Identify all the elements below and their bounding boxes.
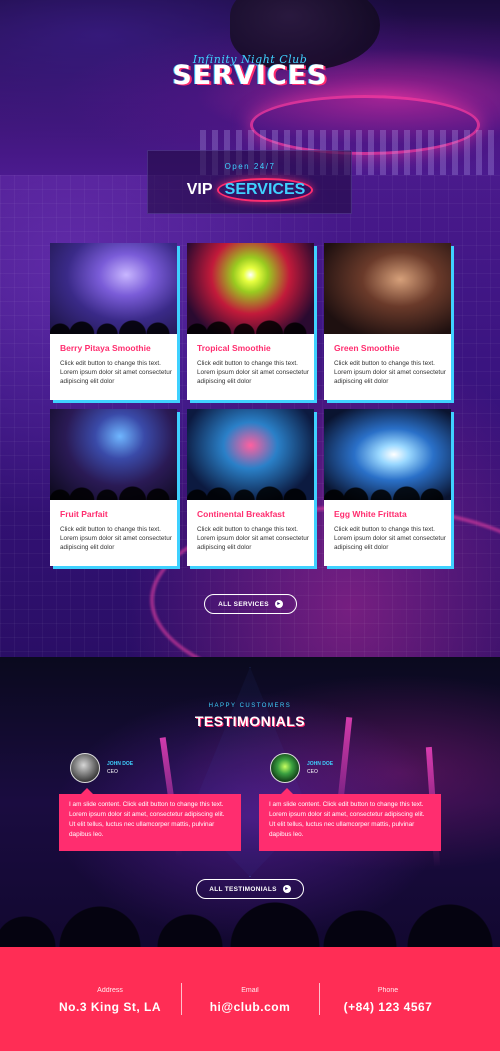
service-card-text: Click edit button to change this text. L… <box>60 526 172 551</box>
vip-title: VIP SERVICES <box>0 178 500 202</box>
crowd-silhouette <box>50 306 177 334</box>
service-card-title: Green Smoothie <box>334 343 400 353</box>
all-testimonials-button[interactable]: ALL TESTIMONIALS ▸ <box>196 879 304 899</box>
vip-title-prefix: VIP <box>186 181 213 198</box>
address-label: Address <box>97 987 123 994</box>
service-card-title: Egg White Frittata <box>334 509 407 519</box>
avatar <box>70 753 100 783</box>
service-card-image <box>187 409 314 500</box>
crowd-silhouette <box>50 472 177 500</box>
service-card-image <box>187 243 314 334</box>
testimonials-title: TESTIMONIALS <box>194 713 306 729</box>
service-card-image <box>324 409 451 500</box>
email-label: Email <box>241 987 259 994</box>
testimonial-bubble: I am slide content. Click edit button to… <box>59 788 241 851</box>
footer-address: Address No.3 King St, LA <box>35 987 185 1014</box>
service-card-image <box>324 243 451 334</box>
footer-phone: Phone (+84) 123 4567 <box>313 987 463 1014</box>
address-value: No.3 King St, LA <box>59 1000 161 1014</box>
service-card-image <box>50 243 177 334</box>
arrow-right-circle-icon: ▸ <box>282 885 291 893</box>
crowd-silhouette <box>187 306 314 334</box>
testimonial-role: CEO <box>107 769 118 775</box>
all-testimonials-label: ALL TESTIMONIALS <box>209 885 277 893</box>
testimonial-name: JOHN DOE <box>307 761 334 767</box>
service-card-text: Click edit button to change this text. L… <box>334 526 446 551</box>
phone-label: Phone <box>377 987 399 994</box>
contact-footer: Address No.3 King St, LA Email hi@club.c… <box>0 947 500 1051</box>
service-card-image <box>50 409 177 500</box>
service-card-title: Continental Breakfast <box>197 509 285 519</box>
service-card-text: Click edit button to change this text. L… <box>197 360 309 385</box>
service-card-text: Click edit button to change this text. L… <box>334 360 446 385</box>
all-services-label: ALL SERVICES <box>218 600 269 608</box>
service-card-text: Click edit button to change this text. L… <box>197 526 309 551</box>
testimonial-role: CEO <box>307 769 318 775</box>
service-card[interactable]: Continental Breakfast Click edit button … <box>187 409 314 566</box>
crowd-silhouette <box>187 472 314 500</box>
service-card[interactable]: Tropical Smoothie Click edit button to c… <box>187 243 314 400</box>
service-card-text: Click edit button to change this text. L… <box>60 360 172 385</box>
avatar <box>270 753 300 783</box>
page: Infinity Night Club SERVICES Open 24/7 V… <box>0 0 500 1051</box>
service-card-title: Berry Pitaya Smoothie <box>60 343 151 353</box>
vip-open-hours: Open 24/7 <box>224 162 276 171</box>
testimonials-subtitle: HAPPY CUSTOMERS <box>208 703 292 709</box>
testimonial-name: JOHN DOE <box>107 761 134 767</box>
service-card-title: Tropical Smoothie <box>197 343 271 353</box>
footer-email: Email hi@club.com <box>175 987 325 1014</box>
testimonials-section: HAPPY CUSTOMERS TESTIMONIALS JOHN DOE CE… <box>0 657 500 947</box>
vip-title-highlight: SERVICES <box>216 178 314 202</box>
service-card[interactable]: Green Smoothie Click edit button to chan… <box>324 243 451 400</box>
service-card[interactable]: Berry Pitaya Smoothie Click edit button … <box>50 243 177 400</box>
service-card[interactable]: Fruit Parfait Click edit button to chang… <box>50 409 177 566</box>
all-services-button[interactable]: ALL SERVICES ▸ <box>204 594 297 614</box>
arrow-right-circle-icon: ▸ <box>274 600 283 608</box>
service-card[interactable]: Egg White Frittata Click edit button to … <box>324 409 451 566</box>
testimonial-bubble: I am slide content. Click edit button to… <box>259 788 441 851</box>
email-value[interactable]: hi@club.com <box>175 1000 325 1014</box>
phone-value[interactable]: (+84) 123 4567 <box>313 1000 463 1014</box>
crowd-silhouette <box>324 472 451 500</box>
service-card-title: Fruit Parfait <box>60 509 108 519</box>
